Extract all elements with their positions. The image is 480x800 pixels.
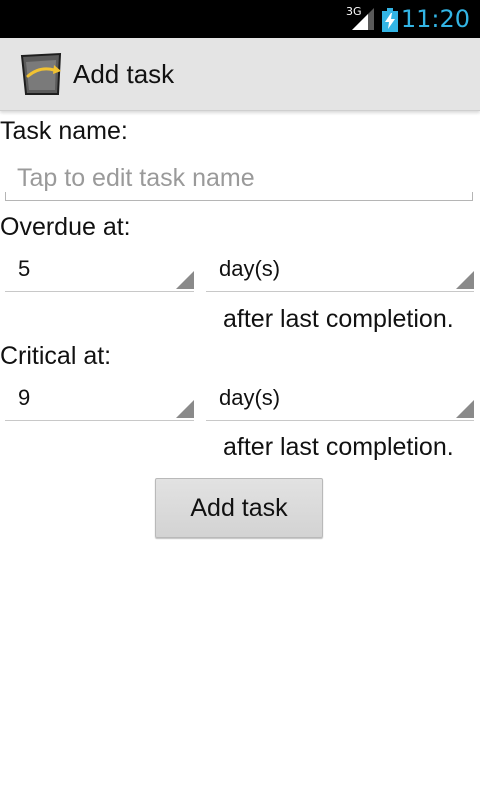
- critical-unit-spinner[interactable]: day(s): [206, 381, 474, 421]
- page-title: Add task: [73, 59, 175, 89]
- critical-label: Critical at:: [0, 342, 112, 370]
- task-name-label: Task name:: [0, 117, 128, 145]
- overdue-unit-spinner[interactable]: day(s): [206, 252, 474, 292]
- dropdown-arrow-icon: [456, 271, 474, 289]
- critical-unit-value: day(s): [219, 385, 281, 410]
- overdue-unit-value: day(s): [219, 256, 281, 281]
- critical-amount-value: 9: [18, 385, 31, 410]
- overdue-label: Overdue at:: [0, 213, 131, 241]
- task-name-input[interactable]: [5, 156, 473, 200]
- dropdown-arrow-icon: [176, 400, 194, 418]
- add-task-button[interactable]: Add task: [155, 478, 323, 538]
- signal-icon: [352, 8, 374, 30]
- overdue-suffix: after last completion.: [223, 305, 454, 333]
- overdue-amount-value: 5: [18, 256, 31, 281]
- status-bar: 3G 11:20: [0, 0, 480, 38]
- overdue-amount-spinner[interactable]: 5: [5, 252, 194, 292]
- clock: 11:20: [400, 5, 470, 33]
- task-app-icon[interactable]: [18, 52, 64, 96]
- dropdown-arrow-icon: [176, 271, 194, 289]
- critical-suffix: after last completion.: [223, 433, 454, 461]
- task-name-field-container: [5, 156, 473, 201]
- dropdown-arrow-icon: [456, 400, 474, 418]
- battery-charging-icon: [382, 8, 398, 32]
- critical-amount-spinner[interactable]: 9: [5, 381, 194, 421]
- action-bar: Add task: [0, 38, 480, 111]
